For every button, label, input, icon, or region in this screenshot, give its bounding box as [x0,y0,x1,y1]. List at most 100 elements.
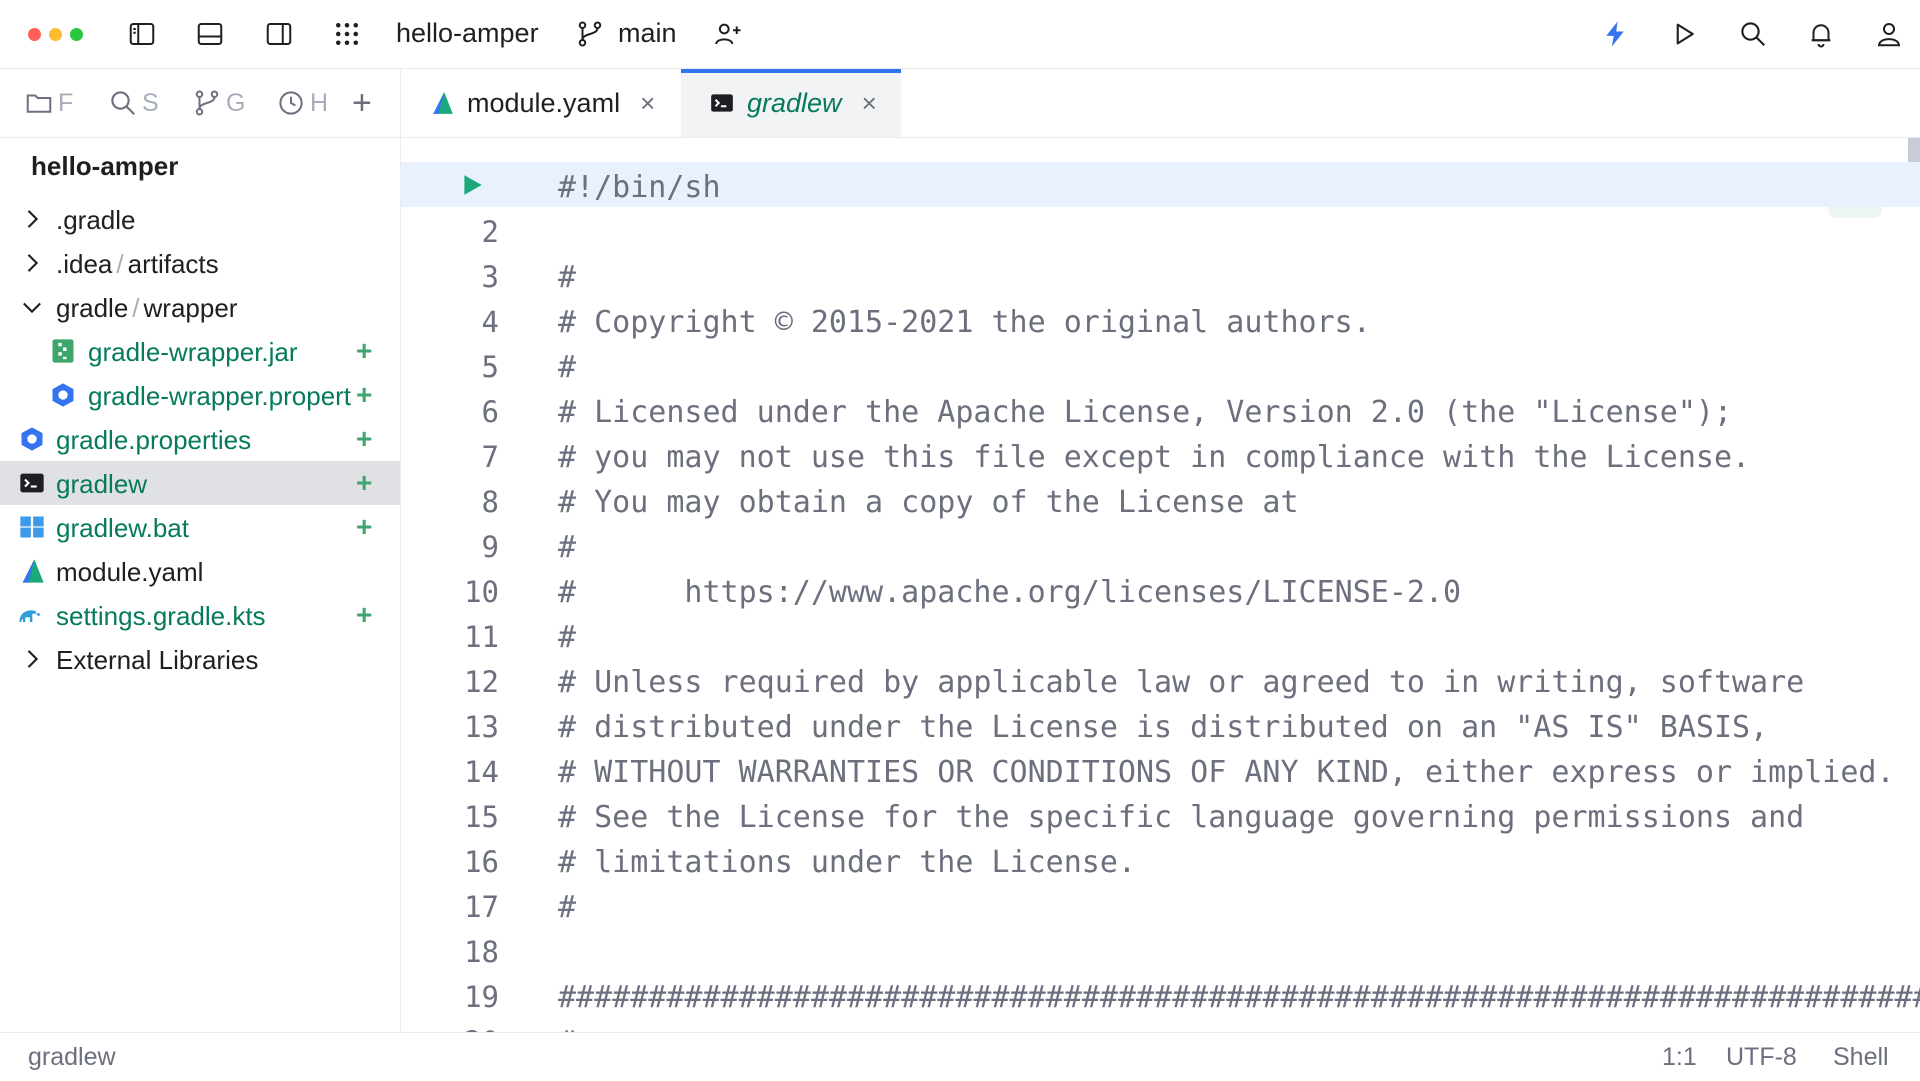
code-line[interactable]: 19 ######################################… [401,972,1920,1017]
code-text: # WITHOUT WARRANTIES OR CONDITIONS OF AN… [558,755,1895,790]
tab-label: gradlew [747,87,842,118]
chevron-right-icon[interactable] [18,249,46,277]
run-gutter-icon[interactable] [459,172,485,198]
tree-item-label: gradle.properties [56,425,252,455]
code-text: # limitations under the License. [558,845,1136,880]
code-text: # [558,620,577,655]
line-number: 19 [464,980,499,1014]
code-text: # [558,530,577,565]
code-line[interactable]: 2 [401,207,1920,252]
bell-icon[interactable] [1801,14,1841,54]
file-type[interactable]: Shell [1833,1043,1889,1072]
tab-project[interactable]: F [24,83,78,123]
code-line[interactable]: 17 # [401,882,1920,927]
code-line[interactable]: 15 # See the License for the specific lan… [401,792,1920,837]
code-line[interactable]: 14 # WITHOUT WARRANTIES OR CONDITIONS OF … [401,747,1920,792]
code-text: # [558,260,577,295]
tree-item-gradle-wrapper-properties[interactable]: gradle-wrapper.properties + [0,373,400,417]
tab-module-yaml[interactable]: module.yaml × [429,69,659,137]
code-line[interactable]: 20 # [401,1017,1920,1032]
line-number: 8 [481,485,499,519]
tab-history[interactable]: H [276,83,332,123]
code-text: # [558,1025,576,1032]
chevron-down-icon[interactable] [18,293,46,321]
vcs-added-marker: + [356,379,373,410]
code-line[interactable]: 11 # [401,612,1920,657]
run-icon[interactable] [1664,14,1704,54]
chevron-right-icon[interactable] [18,205,46,233]
tree-item-gradle-wrapper-jar[interactable]: gradle-wrapper.jar + [0,329,400,373]
code-editor[interactable]: #!/bin/sh 2 3 # 4 # Copyright © 2015-2021 … [401,138,1920,1032]
branch-name[interactable]: main [618,18,677,49]
code-line[interactable]: 4 # Copyright © 2015-2021 the original au… [401,297,1920,342]
file-encoding[interactable]: UTF-8 [1726,1043,1797,1072]
branch-icon[interactable] [573,14,607,54]
bolt-icon[interactable] [1595,14,1635,54]
tree-item-gradlew[interactable]: gradlew + [0,461,400,505]
jar-icon [52,339,74,363]
tab-git[interactable]: G [192,83,248,123]
code-text: # [558,350,577,385]
bottom-panel-icon[interactable] [190,14,230,54]
tree-item-settings-gradle-kts[interactable]: settings.gradle.kts + [0,593,400,637]
add-tab-button[interactable]: + [352,83,386,123]
tree-item-label: .gradle [56,205,136,235]
code-line[interactable]: 9 # [401,522,1920,567]
tree-item-label: gradlew.bat [56,513,189,543]
line-number: 12 [464,665,499,699]
line-number: 5 [481,350,499,384]
gradle-elephant-icon [19,610,41,622]
tree-item-external-libraries[interactable]: External Libraries [0,637,400,681]
minimize-window-button[interactable] [49,28,62,41]
tree-item-gradle-properties[interactable]: gradle.properties + [0,417,400,461]
code-line[interactable]: 16 # limitations under the License. [401,837,1920,882]
right-panel-icon[interactable] [259,14,299,54]
code-text: # [558,890,577,925]
project-panel-icon[interactable] [122,14,162,54]
close-window-button[interactable] [28,28,41,41]
vcs-added-marker: + [356,599,373,630]
project-name[interactable]: hello-amper [396,18,539,49]
caret-position[interactable]: 1:1 [1662,1043,1697,1072]
chevron-right-icon[interactable] [18,645,46,673]
close-tab-icon[interactable]: × [640,88,655,119]
zoom-window-button[interactable] [70,28,83,41]
code-text: # Unless required by applicable law or a… [558,665,1805,700]
code-line[interactable]: 10 # https://www.apache.org/licenses/LICE… [401,567,1920,612]
line-number: 20 [401,1025,499,1032]
close-tab-icon[interactable]: × [862,88,877,119]
amper-icon [433,92,453,114]
editor-tab-bar: module.yaml × gradlew × [401,69,1920,138]
tool-window-tabs: F S G H + [0,69,400,138]
add-user-icon[interactable] [708,14,748,54]
code-line[interactable]: 8 # You may obtain a copy of the License … [401,477,1920,522]
code-line[interactable]: 13 # distributed under the License is dis… [401,702,1920,747]
status-breadcrumb[interactable]: gradlew [28,1043,116,1072]
apps-grid-icon[interactable] [327,14,367,54]
search-icon[interactable] [1733,14,1773,54]
code-line[interactable]: 12 # Unless required by applicable law or… [401,657,1920,702]
code-line-1[interactable]: #!/bin/sh [401,162,1920,207]
tab-gradlew[interactable]: gradlew × [681,69,901,137]
code-line[interactable]: 18 [401,927,1920,972]
code-line[interactable]: 5 # [401,342,1920,387]
project-root-label[interactable]: hello-amper [31,151,178,182]
account-icon[interactable] [1869,14,1909,54]
tab-label: module.yaml [467,87,621,118]
project-tool-window: F S G H + hello-amper .gradle .idea / ar… [0,69,401,1032]
main-toolbar: hello-amper main [0,0,1920,69]
code-line[interactable]: 7 # you may not use this file except in c… [401,432,1920,477]
code-text: #!/bin/sh [558,170,721,205]
line-number: 11 [464,620,499,654]
code-text: # https://www.apache.org/licenses/LICENS… [558,575,1462,610]
tree-item-gradlew-bat[interactable]: gradlew.bat + [0,505,400,549]
tree-item-label: gradle-wrapper.properties [88,381,352,411]
tree-item-module-yaml[interactable]: module.yaml [0,549,400,593]
code-line[interactable]: 3 # [401,252,1920,297]
tree-item-idea-artifacts[interactable]: .idea / artifacts [0,241,400,285]
tree-item-label: settings.gradle.kts [56,601,266,631]
code-line[interactable]: 6 # Licensed under the Apache License, Ve… [401,387,1920,432]
tree-item-dot-gradle[interactable]: .gradle [0,197,400,241]
tab-search[interactable]: S [108,83,164,123]
tree-item-gradle-wrapper[interactable]: gradle / wrapper [0,285,400,329]
